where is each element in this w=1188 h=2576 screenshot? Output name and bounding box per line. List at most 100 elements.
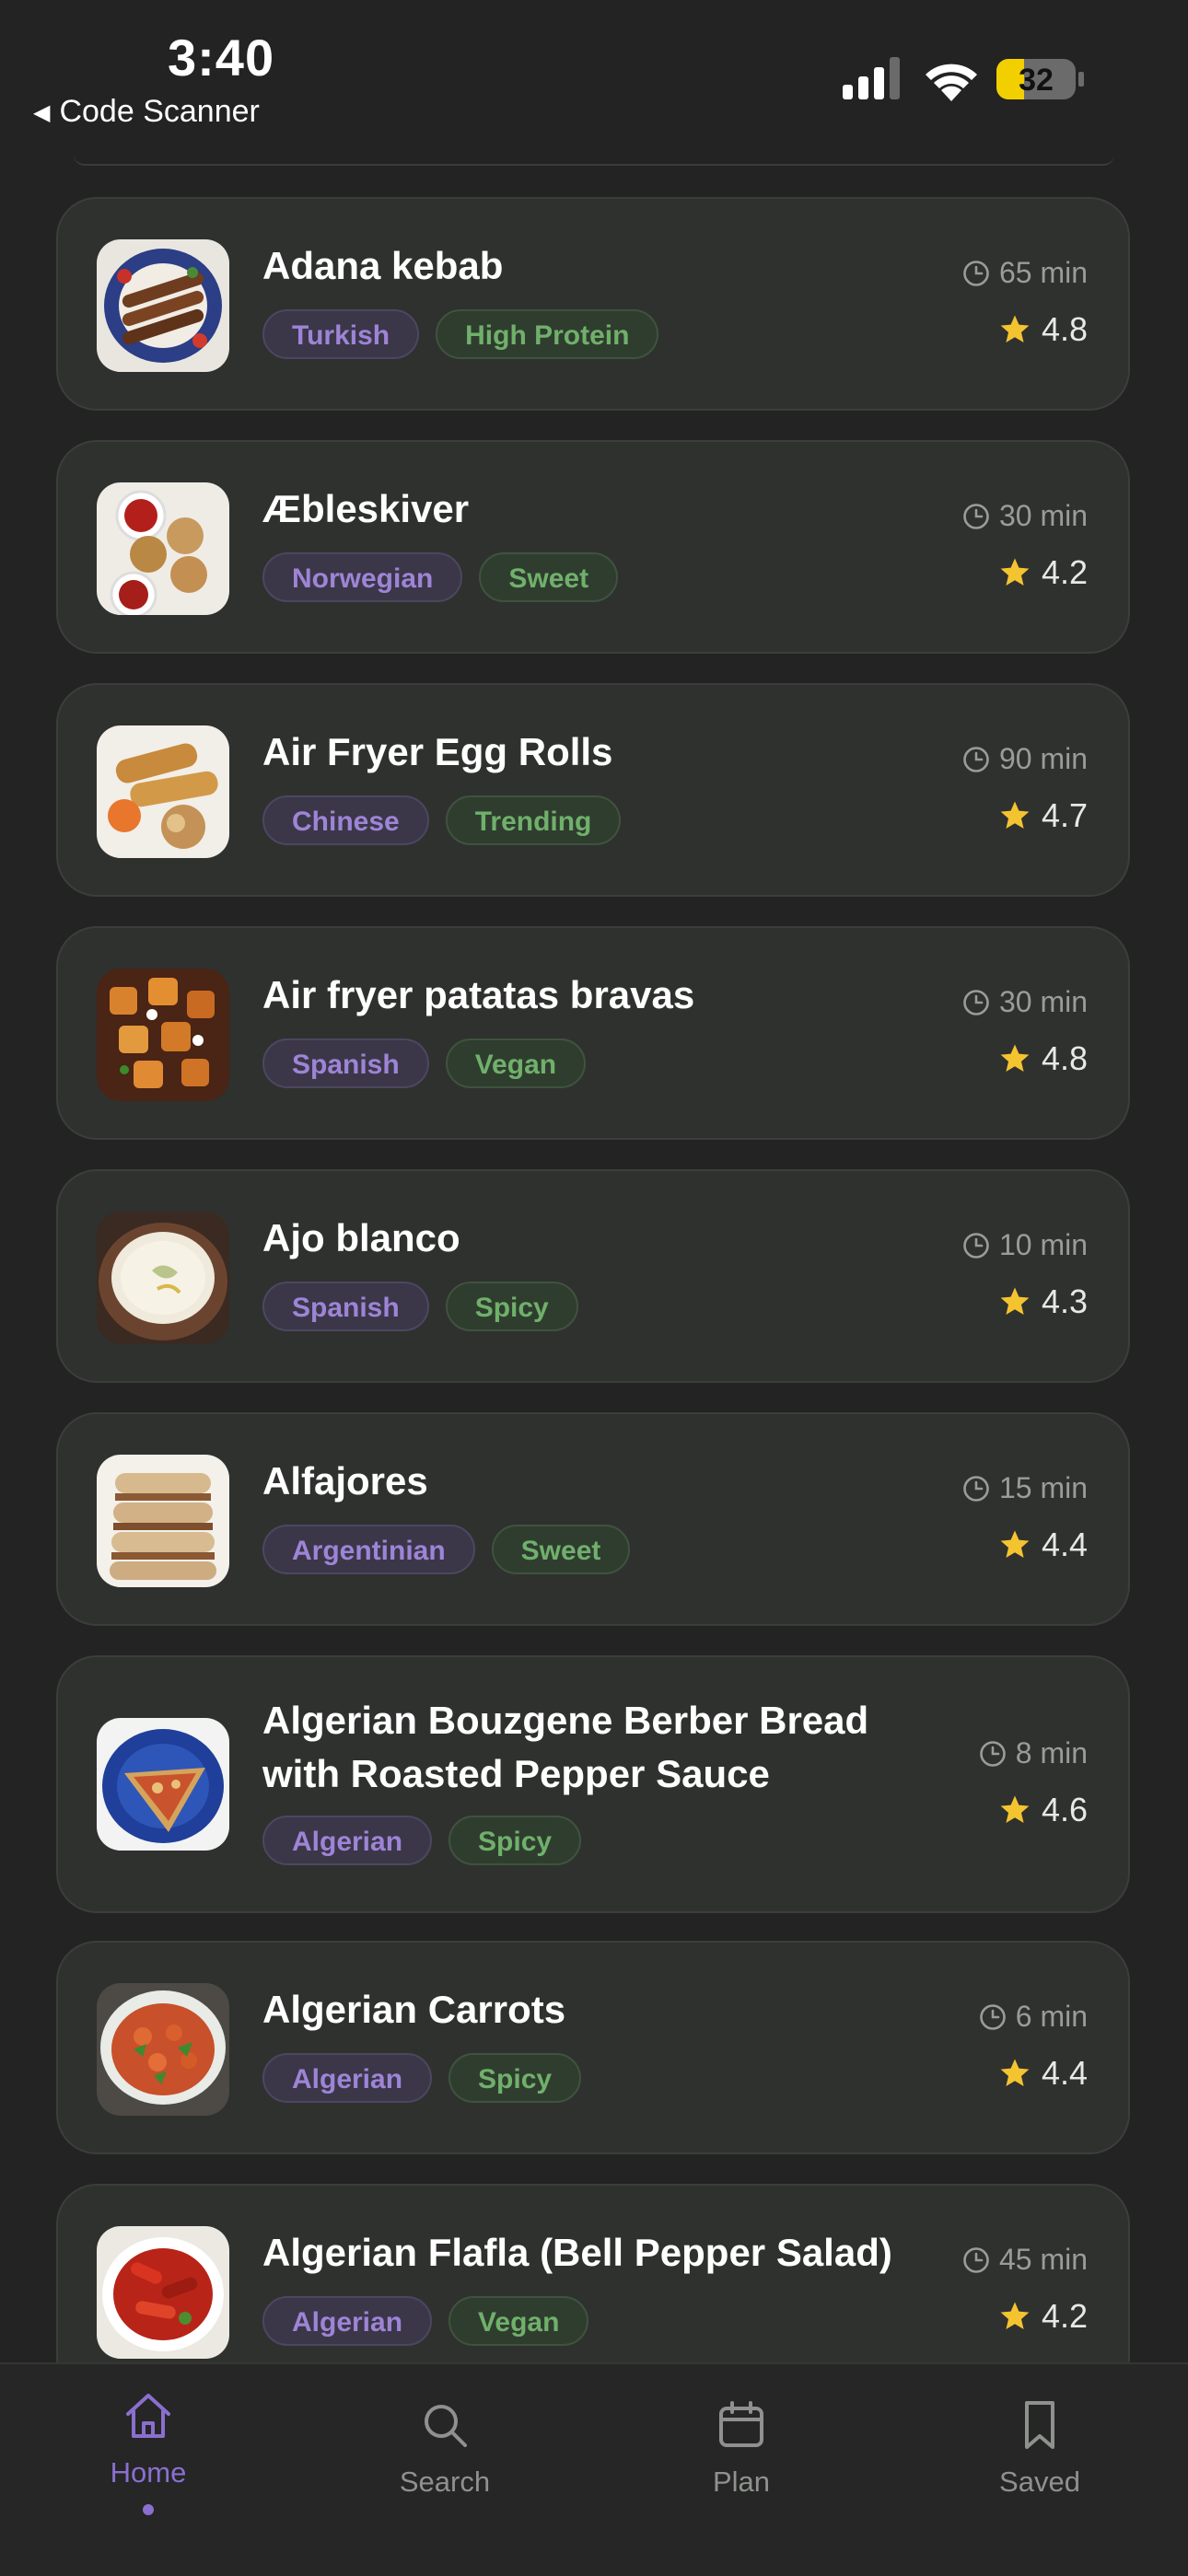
tab-home-label: Home: [110, 2456, 187, 2489]
cuisine-tag: Turkish: [262, 309, 420, 359]
recipe-meta: 45 min 4.2: [962, 2243, 1088, 2336]
recipe-rating: 4.4: [1041, 1526, 1088, 1563]
back-to-app-button[interactable]: ◀ Code Scanner: [33, 94, 260, 130]
recipe-rating: 4.6: [1041, 1791, 1088, 1828]
recipe-tags: Algerian Spicy: [262, 1816, 582, 1865]
tab-plan[interactable]: Plan: [649, 2388, 833, 2499]
recipe-rating: 4.3: [1041, 1282, 1088, 1320]
recipe-title: Adana kebab: [262, 244, 504, 287]
recipe-meta: 90 min 4.7: [962, 742, 1088, 835]
recipe-card[interactable]: Ajo blanco Spanish Spicy 10 min 4.3: [56, 1169, 1130, 1383]
star-icon: [999, 800, 1031, 831]
star-icon: [999, 2058, 1031, 2089]
star-icon: [999, 314, 1031, 345]
category-tag: Vegan: [448, 2296, 589, 2346]
recipe-image: [97, 1455, 229, 1587]
recipe-title: Air Fryer Egg Rolls: [262, 730, 613, 773]
recipe-title: Air fryer patatas bravas: [262, 973, 695, 1016]
tab-saved-label: Saved: [999, 2466, 1080, 2498]
recipe-tags: Turkish High Protein: [262, 309, 659, 359]
recipe-rating: 4.8: [1041, 310, 1088, 348]
category-tag: Spicy: [448, 2053, 582, 2103]
recipe-card[interactable]: Algerian Carrots Algerian Spicy 6 min 4.…: [56, 1941, 1130, 2154]
recipe-card[interactable]: Air fryer patatas bravas Spanish Vegan 3…: [56, 926, 1130, 1140]
category-tag: Sweet: [479, 552, 619, 602]
clock-icon: [979, 2003, 1007, 2031]
recipe-duration: 30 min: [998, 985, 1088, 1018]
recipe-tags: Algerian Vegan: [262, 2296, 589, 2346]
cuisine-tag: Spanish: [262, 1039, 429, 1088]
recipe-card[interactable]: Adana kebab Turkish High Protein 65 min …: [56, 197, 1130, 411]
recipe-image: [97, 239, 229, 372]
recipe-duration: 90 min: [998, 742, 1088, 775]
recipe-tags: Spanish Vegan: [262, 1039, 587, 1088]
recipe-title: Algerian Bouzgene Berber Bread with Roas…: [262, 1694, 868, 1801]
recipe-card[interactable]: Æbleskiver Norwegian Sweet 30 min 4.2: [56, 440, 1130, 654]
recipe-tags: Norwegian Sweet: [262, 552, 619, 602]
recipe-rating: 4.2: [1041, 2297, 1088, 2335]
clock-icon: [962, 1475, 990, 1503]
recipe-title: Algerian Flafla (Bell Pepper Salad): [262, 2231, 892, 2274]
recipe-card[interactable]: Air Fryer Egg Rolls Chinese Trending 90 …: [56, 683, 1130, 897]
recipe-list[interactable]: Adana kebab Turkish High Protein 65 min …: [0, 157, 1188, 2362]
recipe-image: [97, 1212, 229, 1344]
category-tag: High Protein: [436, 309, 659, 359]
clock-icon: [962, 2246, 990, 2274]
cuisine-tag: Norwegian: [262, 552, 463, 602]
recipe-meta: 30 min 4.8: [962, 985, 1088, 1078]
recipe-card[interactable]: Alfajores Argentinian Sweet 15 min 4.4: [56, 1412, 1130, 1626]
cuisine-tag: Chinese: [262, 795, 429, 845]
recipe-duration: 10 min: [998, 1228, 1088, 1261]
home-icon: [126, 2394, 170, 2438]
tab-search[interactable]: Search: [353, 2388, 537, 2499]
cuisine-tag: Spanish: [262, 1282, 429, 1331]
recipe-duration: 15 min: [998, 1471, 1088, 1504]
recipe-rating: 4.8: [1041, 1039, 1088, 1077]
star-icon: [999, 557, 1031, 588]
recipe-meta: 15 min 4.4: [962, 1471, 1088, 1564]
battery-level: 32: [1019, 63, 1054, 98]
recipe-meta: 6 min 4.4: [979, 2000, 1088, 2093]
recipe-title: Alfajores: [262, 1459, 428, 1503]
calendar-icon: [719, 2401, 763, 2447]
clock-icon: [962, 1232, 990, 1259]
recipe-image: [97, 1718, 229, 1851]
recipe-tags: Chinese Trending: [262, 795, 622, 845]
recipe-title: Ajo blanco: [262, 1216, 460, 1259]
tab-saved[interactable]: Saved: [948, 2388, 1132, 2499]
tab-bar: Home Search Plan Saved: [0, 2362, 1188, 2576]
recipe-card[interactable]: Algerian Bouzgene Berber Bread with Roas…: [56, 1655, 1130, 1913]
recipe-tags: Spanish Spicy: [262, 1282, 578, 1331]
previous-card-edge: [74, 157, 1114, 166]
recipe-meta: 8 min 4.6: [979, 1736, 1088, 1829]
status-bar: 3:40 ◀ Code Scanner 32: [0, 0, 1188, 157]
recipe-image: [97, 1983, 229, 2116]
recipe-image: [97, 969, 229, 1101]
star-icon: [999, 1529, 1031, 1561]
recipe-duration: 45 min: [998, 2243, 1088, 2276]
recipe-rating: 4.2: [1041, 553, 1088, 591]
category-tag: Vegan: [445, 1039, 587, 1088]
recipe-duration: 65 min: [998, 256, 1088, 289]
recipe-title-line2: with Roasted Pepper Sauce: [262, 1752, 770, 1795]
recipe-tags: Argentinian Sweet: [262, 1525, 631, 1574]
back-triangle-icon: ◀: [33, 100, 51, 125]
star-icon: [999, 1043, 1031, 1074]
recipe-tags: Algerian Spicy: [262, 2053, 582, 2103]
clock-icon: [962, 746, 990, 773]
category-tag: Trending: [445, 795, 622, 845]
battery-indicator: 32: [996, 57, 1085, 101]
clock-icon: [962, 989, 990, 1016]
recipe-card[interactable]: Algerian Flafla (Bell Pepper Salad) Alge…: [56, 2184, 1130, 2362]
star-icon: [999, 1794, 1031, 1826]
cuisine-tag: Algerian: [262, 2053, 433, 2103]
tab-home[interactable]: Home: [56, 2388, 240, 2515]
recipe-image: [97, 482, 229, 615]
star-icon: [999, 1286, 1031, 1317]
recipe-meta: 30 min 4.2: [962, 499, 1088, 592]
tab-plan-label: Plan: [712, 2466, 771, 2498]
back-app-label: Code Scanner: [59, 94, 260, 129]
recipe-duration: 30 min: [998, 499, 1088, 532]
recipe-meta: 10 min 4.3: [962, 1228, 1088, 1321]
cuisine-tag: Argentinian: [262, 1525, 475, 1574]
